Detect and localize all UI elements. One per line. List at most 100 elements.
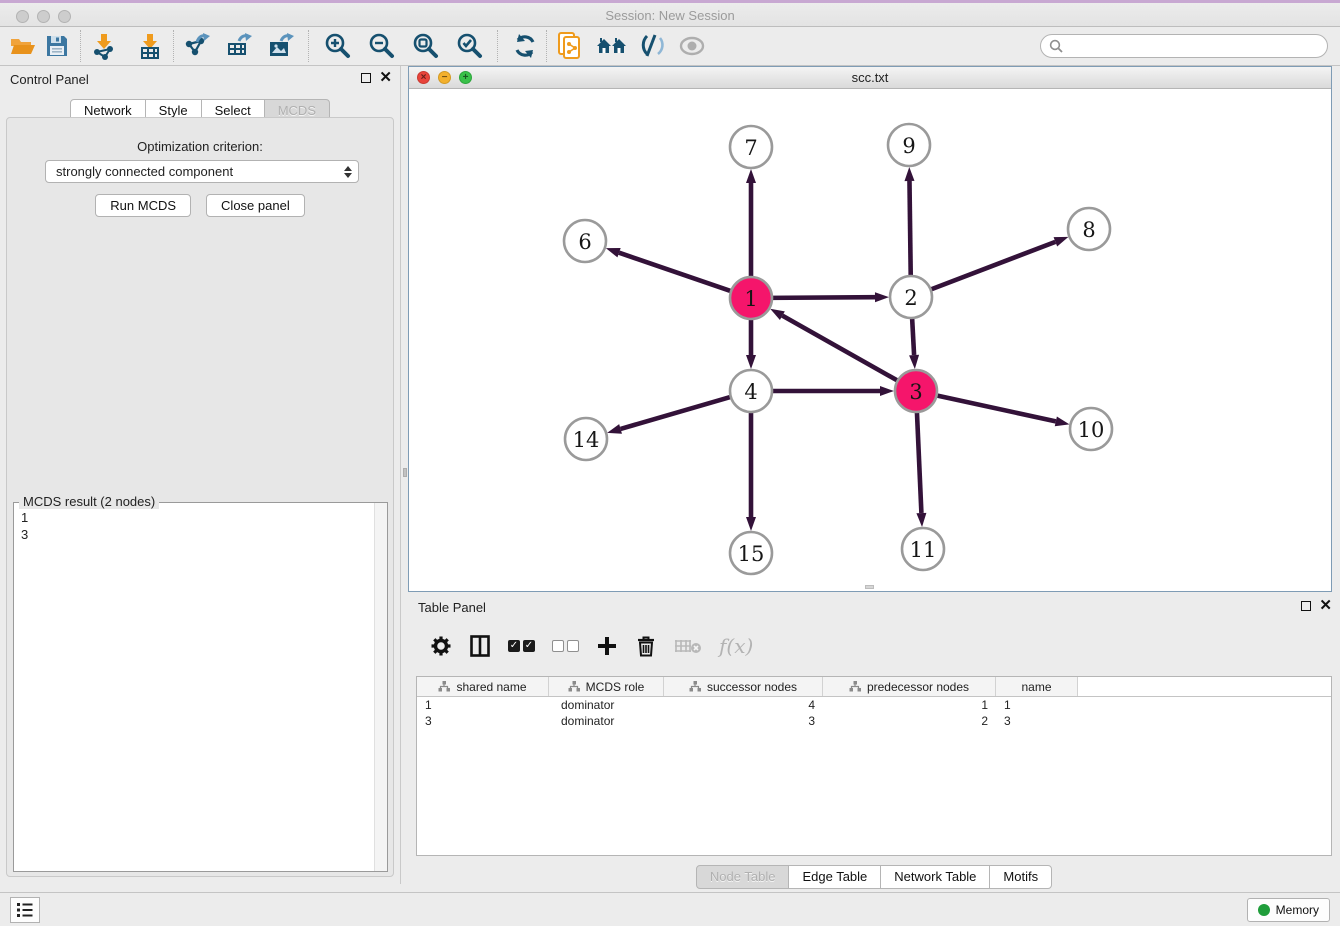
app-titlebar: Session: New Session	[0, 0, 1340, 27]
panel-splitter[interactable]	[400, 66, 408, 884]
attribute-icon	[438, 681, 450, 692]
task-history-button[interactable]	[10, 897, 40, 923]
tab-network-table[interactable]: Network Table	[880, 865, 990, 889]
apply-layout-icon[interactable]	[508, 30, 542, 62]
cell-shared-name[interactable]: 3	[417, 713, 549, 729]
graph-edge-1-2[interactable]	[770, 297, 875, 298]
graph-edge-4-14[interactable]	[621, 396, 733, 429]
attribute-icon	[849, 681, 861, 692]
table-toolbar: ✓✓ f(x)	[416, 622, 1332, 670]
float-panel-icon[interactable]	[1301, 601, 1311, 611]
function-builder-icon: f(x)	[719, 634, 753, 658]
optimization-criterion-label: Optimization criterion:	[7, 139, 393, 154]
graph-edge-2-3[interactable]	[912, 316, 914, 355]
run-mcds-button[interactable]: Run MCDS	[95, 194, 191, 217]
delete-column-icon	[674, 637, 702, 655]
toggle-graphics-details-icon[interactable]	[635, 30, 669, 62]
cell-predecessor-nodes[interactable]: 1	[823, 697, 996, 713]
graph-node-label-1: 1	[744, 287, 757, 311]
table-row[interactable]: 1 dominator 4 1 1	[417, 697, 1331, 713]
result-scrollbar[interactable]	[374, 503, 387, 871]
memory-button[interactable]: Memory	[1247, 898, 1330, 922]
tab-motifs[interactable]: Motifs	[989, 865, 1052, 889]
optimization-criterion-dropdown[interactable]: strongly connected component	[45, 160, 359, 183]
export-image-icon[interactable]	[264, 30, 298, 62]
zoom-out-icon[interactable]	[365, 30, 399, 62]
new-network-from-selection-icon[interactable]	[553, 30, 587, 62]
zoom-selected-icon[interactable]	[453, 30, 487, 62]
tab-node-table[interactable]: Node Table	[696, 865, 790, 889]
mcds-result-text[interactable]: 1 3	[14, 503, 387, 543]
cell-name[interactable]: 3	[996, 713, 1078, 729]
column-header-name[interactable]: name	[996, 677, 1078, 696]
table-row[interactable]: 3 dominator 3 2 3	[417, 713, 1331, 729]
column-header-predecessor-nodes[interactable]: predecessor nodes	[823, 677, 996, 696]
control-panel: Control Panel ✕ Network Style Select MCD…	[0, 66, 400, 884]
deselect-all-icon[interactable]	[552, 640, 579, 652]
cell-name[interactable]: 1	[996, 697, 1078, 713]
column-visibility-icon[interactable]	[469, 634, 491, 658]
app-title: Session: New Session	[0, 8, 1340, 23]
network-canvas[interactable]: 7968124314101511	[409, 89, 1331, 591]
cell-successor-nodes[interactable]: 4	[664, 697, 823, 713]
save-session-icon[interactable]	[40, 30, 74, 62]
zoom-in-icon[interactable]	[321, 30, 355, 62]
column-header-successor-nodes[interactable]: successor nodes	[664, 677, 823, 696]
graph-node-label-14: 14	[573, 428, 600, 452]
graph-edge-3-1[interactable]	[782, 316, 899, 382]
close-panel-icon[interactable]: ✕	[1319, 601, 1332, 611]
zoom-fit-icon[interactable]	[409, 30, 443, 62]
graph-edge-3-10[interactable]	[935, 395, 1056, 421]
import-table-icon[interactable]	[133, 30, 167, 62]
select-all-icon[interactable]: ✓✓	[508, 640, 535, 652]
main-toolbar	[0, 27, 1340, 66]
import-network-icon[interactable]	[87, 30, 121, 62]
network-view-window: × − + scc.txt 7968124314101511	[408, 66, 1332, 592]
open-session-icon[interactable]	[6, 30, 40, 62]
graph-edge-2-8[interactable]	[929, 242, 1056, 290]
export-table-icon[interactable]	[222, 30, 256, 62]
mcds-result-box: MCDS result (2 nodes) 1 3	[13, 502, 388, 872]
attribute-icon	[568, 681, 580, 692]
graph-node-label-8: 8	[1082, 218, 1095, 242]
cell-mcds-role[interactable]: dominator	[549, 713, 664, 729]
tab-edge-table[interactable]: Edge Table	[788, 865, 881, 889]
column-label: successor nodes	[707, 680, 797, 694]
column-label: predecessor nodes	[867, 680, 969, 694]
search-field[interactable]	[1040, 34, 1328, 58]
network-graph[interactable]: 7968124314101511	[409, 89, 1331, 591]
cell-predecessor-nodes[interactable]: 2	[823, 713, 996, 729]
node-table[interactable]: shared name MCDS role successor nodes pr…	[416, 676, 1332, 856]
export-network-icon[interactable]	[180, 30, 214, 62]
float-panel-icon[interactable]	[361, 73, 371, 83]
search-input[interactable]	[1063, 37, 1327, 55]
dropdown-value: strongly connected component	[56, 164, 344, 179]
graph-node-label-9: 9	[902, 134, 915, 158]
column-label: shared name	[456, 680, 526, 694]
dropdown-stepper-icon	[344, 166, 352, 178]
toolbar-separator	[173, 30, 174, 62]
first-neighbors-icon[interactable]	[595, 30, 629, 62]
graph-edge-1-6[interactable]	[619, 253, 733, 292]
list-icon	[16, 902, 34, 918]
cell-mcds-role[interactable]: dominator	[549, 697, 664, 713]
close-panel-icon[interactable]: ✕	[379, 73, 392, 83]
graph-node-label-7: 7	[744, 136, 757, 160]
column-header-shared-name[interactable]: shared name	[417, 677, 549, 696]
control-panel-title: Control Panel	[10, 72, 89, 87]
status-bar: Memory	[0, 892, 1340, 926]
column-label: name	[1021, 680, 1051, 694]
graph-edge-2-9[interactable]	[909, 181, 910, 278]
network-window-titlebar[interactable]: × − + scc.txt	[409, 67, 1331, 89]
graph-edge-3-11[interactable]	[917, 410, 922, 513]
add-row-icon[interactable]	[596, 635, 618, 657]
table-settings-icon[interactable]	[430, 635, 452, 657]
delete-row-icon[interactable]	[635, 634, 657, 658]
graph-node-label-6: 6	[578, 230, 591, 254]
cell-shared-name[interactable]: 1	[417, 697, 549, 713]
column-header-mcds-role[interactable]: MCDS role	[549, 677, 664, 696]
close-panel-button[interactable]: Close panel	[206, 194, 305, 217]
canvas-scroll-handle[interactable]	[865, 585, 874, 589]
cell-successor-nodes[interactable]: 3	[664, 713, 823, 729]
splitter-handle[interactable]	[403, 468, 407, 477]
